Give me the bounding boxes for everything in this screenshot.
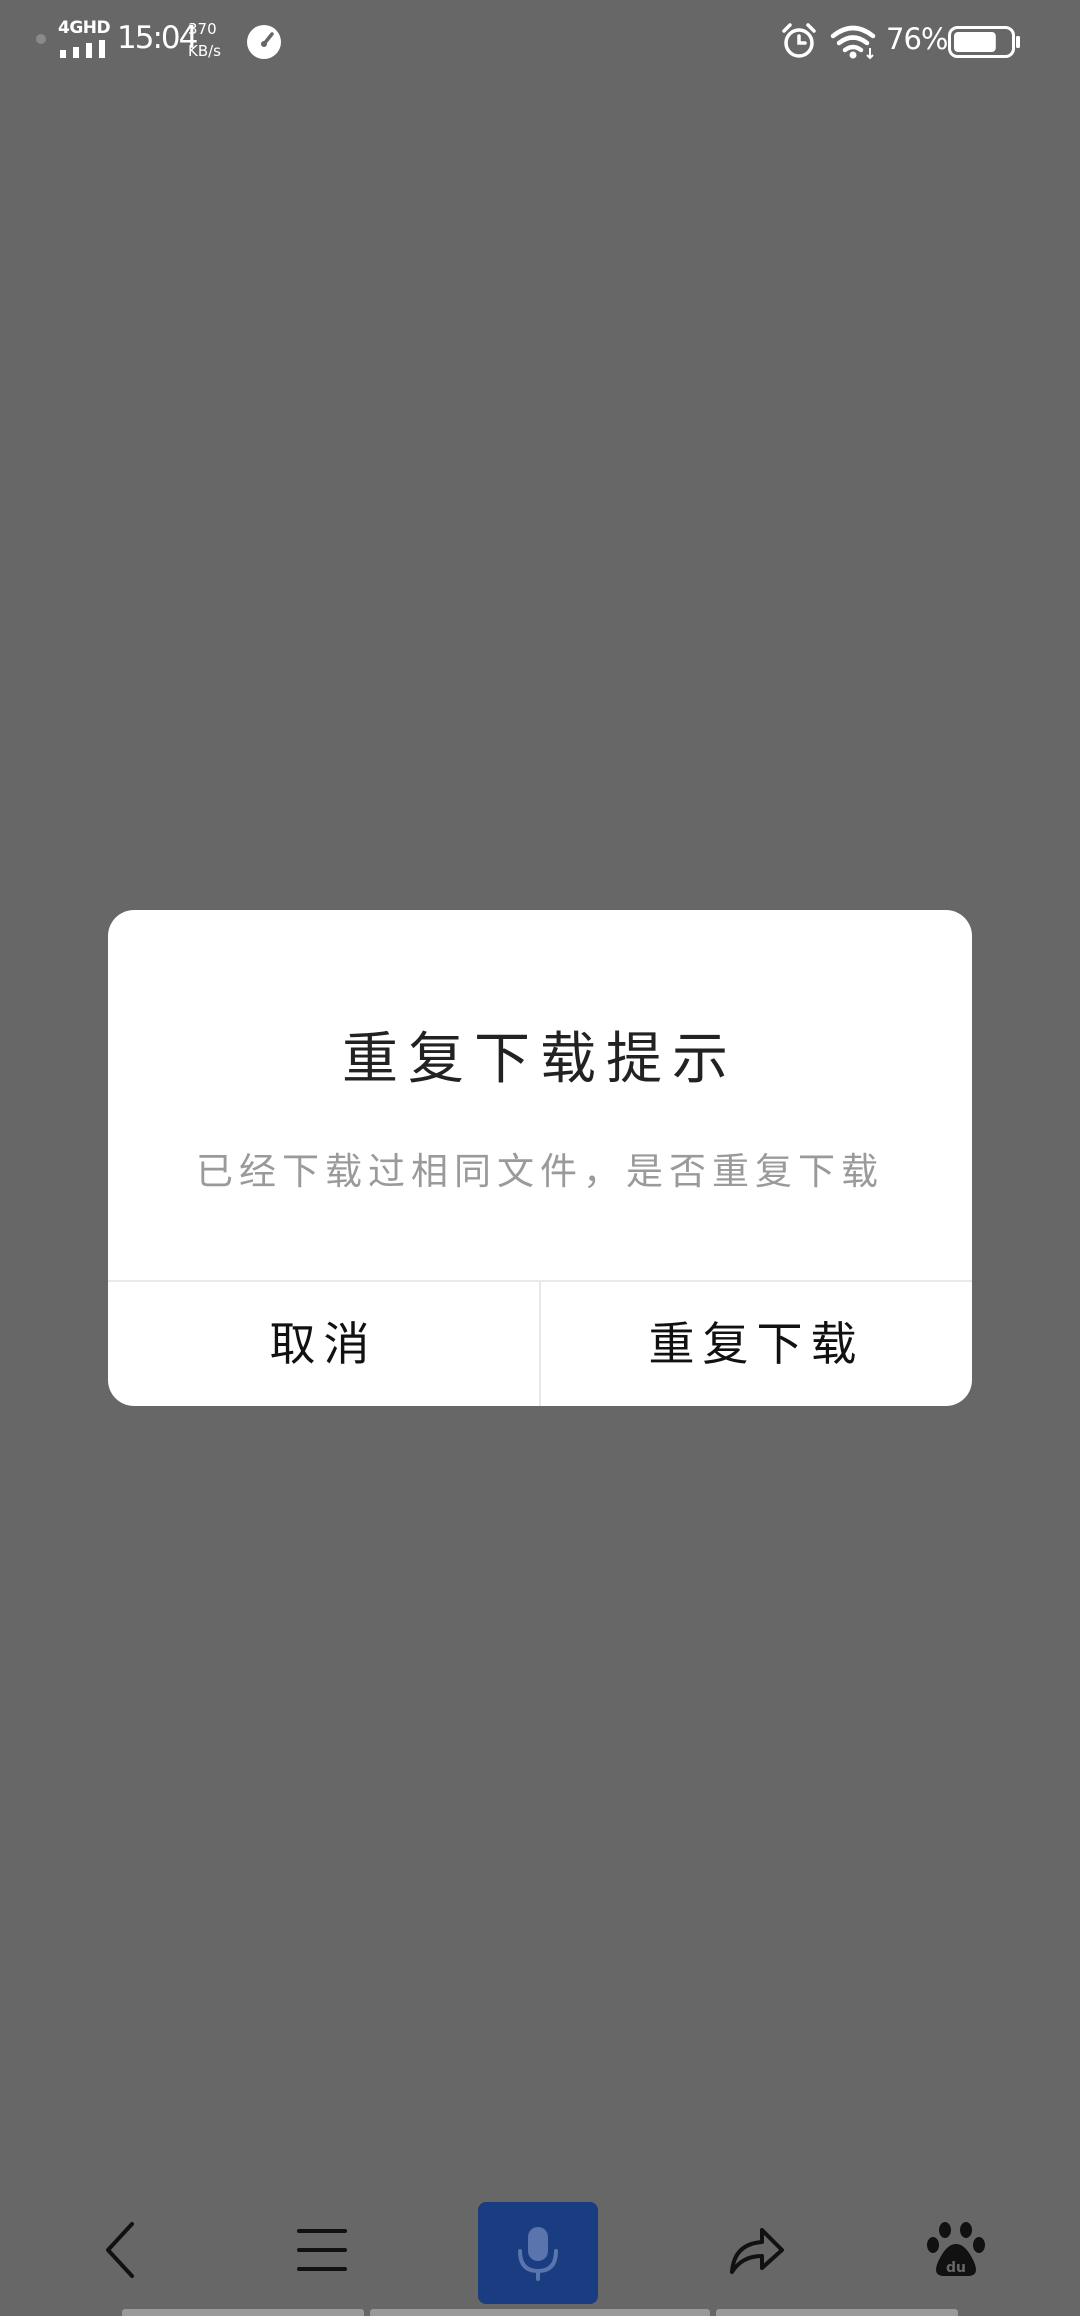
cancel-button[interactable]: 取消	[108, 1282, 539, 1406]
network-speed-value: 370	[188, 20, 217, 38]
alarm-icon	[782, 23, 816, 58]
duplicate-download-dialog: 重复下载提示 已经下载过相同文件，是否重复下载 取消 重复下载	[108, 910, 972, 1406]
clock-time: 15:04	[117, 20, 198, 56]
notification-dot	[36, 34, 46, 44]
dialog-title: 重复下载提示	[342, 1027, 738, 1092]
redownload-button[interactable]: 重复下载	[541, 1282, 972, 1406]
menu-button[interactable]	[282, 2200, 362, 2300]
baidu-paw-icon: du	[927, 2222, 985, 2276]
bottom-toolbar: du	[0, 2190, 1080, 2316]
network-speed: 370 KB/s	[188, 18, 221, 62]
battery-percent: 76%	[886, 22, 948, 56]
share-icon	[730, 2228, 784, 2274]
back-button[interactable]	[80, 2200, 160, 2300]
voice-search-button[interactable]	[478, 2202, 598, 2304]
share-button[interactable]	[716, 2200, 796, 2300]
svg-text:du: du	[946, 2260, 966, 2276]
battery-icon	[948, 26, 1020, 58]
back-icon	[106, 2222, 134, 2278]
bottom-tab-indicator	[122, 2309, 364, 2316]
cellular-signal: 4GHD	[58, 18, 111, 62]
dialog-message: 已经下载过相同文件，是否重复下载	[196, 1150, 884, 1193]
network-type-label: 4GHD	[58, 18, 111, 38]
baidu-button[interactable]: du	[916, 2200, 996, 2300]
bottom-tab-indicator	[370, 2309, 710, 2316]
bottom-tab-indicator	[716, 2309, 958, 2316]
menu-icon	[297, 2229, 347, 2271]
status-bar: 4GHD 15:04 370 KB/s 76%	[0, 0, 1080, 84]
signal-icon	[60, 40, 105, 58]
speedometer-icon	[247, 25, 281, 59]
network-speed-unit: KB/s	[188, 42, 221, 60]
wifi-icon	[830, 25, 876, 60]
microphone-icon	[518, 2227, 558, 2281]
